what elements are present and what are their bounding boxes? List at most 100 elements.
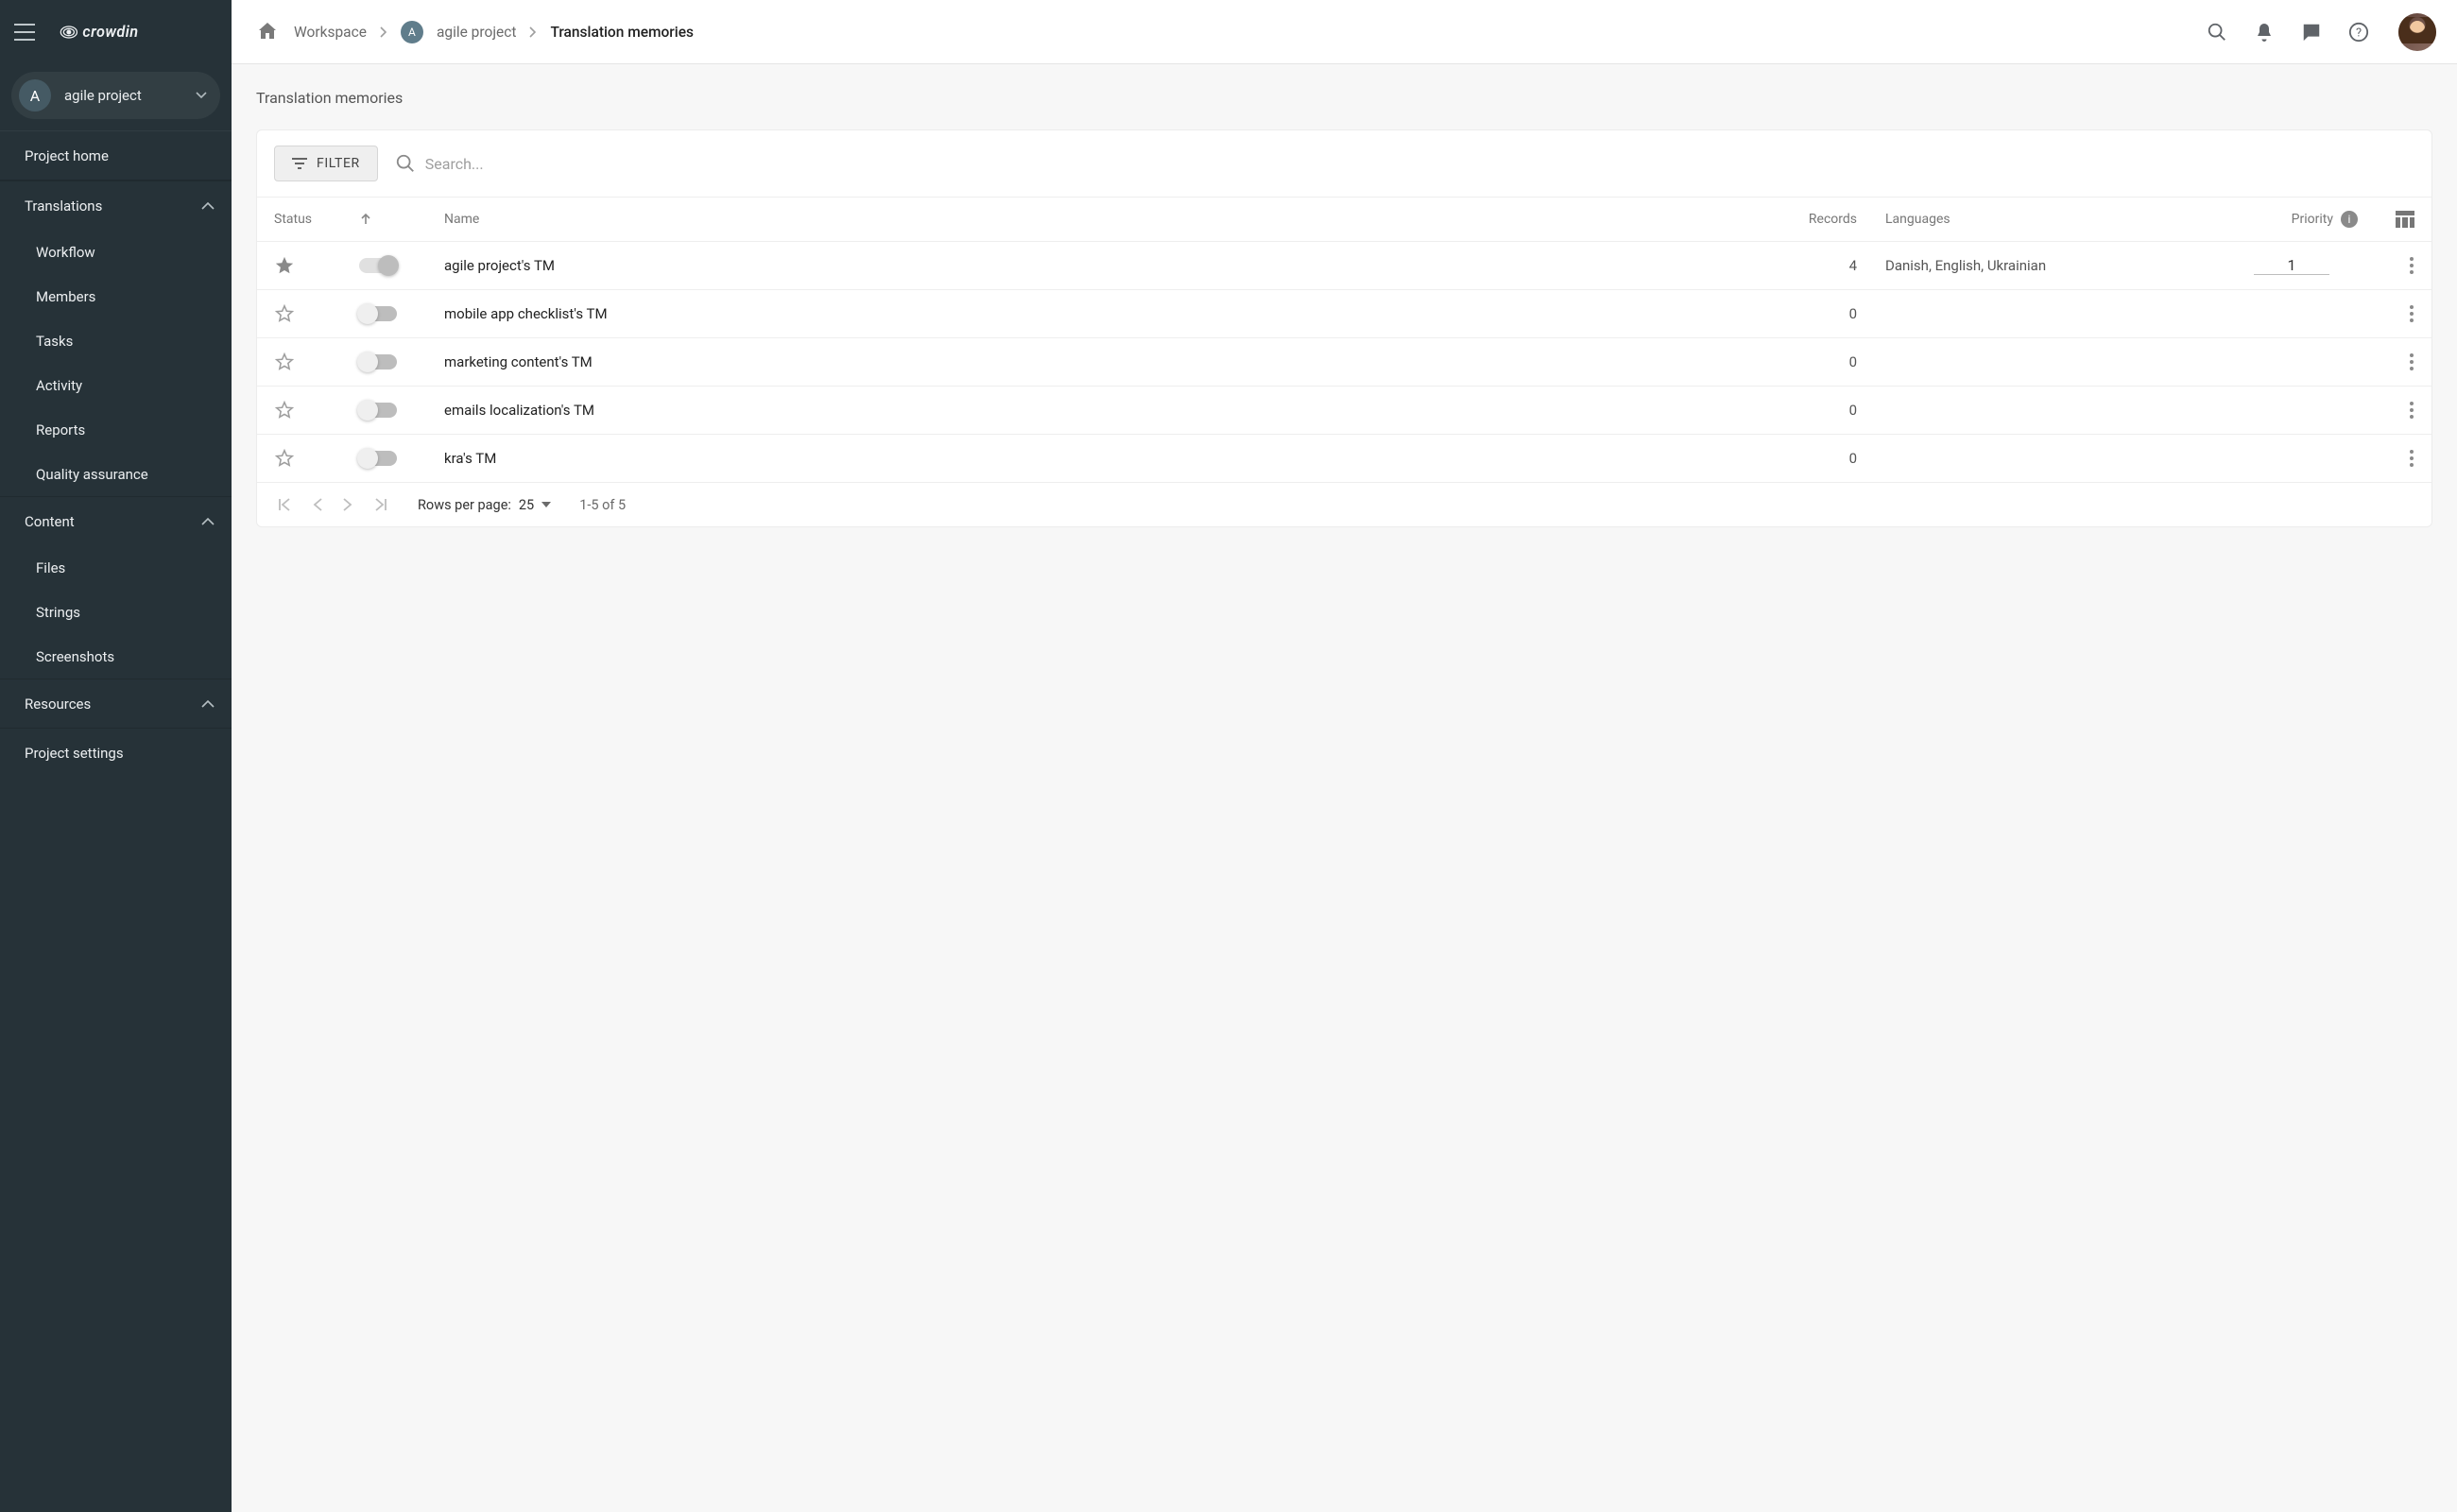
table-row[interactable]: kra's TM0	[257, 435, 2431, 482]
search-icon	[395, 153, 416, 174]
table-header: Status Name Records Languages Priority i	[257, 197, 2431, 242]
sidebar-section-translations[interactable]: Translations	[0, 180, 232, 230]
tm-name[interactable]: agile project's TM	[444, 257, 1772, 274]
sidebar-section-label: Translations	[25, 198, 102, 215]
breadcrumb-current: Translation memories	[550, 24, 694, 41]
chat-icon[interactable]	[2298, 19, 2325, 45]
sidebar-item-screenshots[interactable]: Screenshots	[0, 634, 232, 679]
tm-records: 0	[1772, 402, 1885, 419]
filter-button-label: FILTER	[317, 156, 360, 171]
page-title: Translation memories	[256, 89, 2432, 107]
pager-next-icon[interactable]	[342, 496, 353, 513]
table-row[interactable]: agile project's TM4Danish, English, Ukra…	[257, 242, 2431, 290]
project-name: agile project	[64, 87, 182, 104]
sidebar-item-members[interactable]: Members	[0, 274, 232, 318]
status-toggle[interactable]	[359, 354, 397, 369]
chevron-up-icon	[201, 699, 215, 708]
status-toggle[interactable]	[359, 258, 397, 273]
row-menu-icon[interactable]	[2409, 401, 2414, 420]
pager-last-icon[interactable]	[372, 496, 389, 513]
user-avatar[interactable]	[2398, 13, 2436, 51]
status-toggle[interactable]	[359, 451, 397, 466]
home-icon[interactable]	[256, 20, 281, 44]
sidebar-item-project-home[interactable]: Project home	[0, 131, 232, 180]
hamburger-menu-button[interactable]	[13, 21, 36, 43]
sidebar-item-activity[interactable]: Activity	[0, 363, 232, 407]
table-row[interactable]: mobile app checklist's TM0	[257, 290, 2431, 338]
row-menu-icon[interactable]	[2409, 304, 2414, 323]
search-wrap	[395, 153, 2414, 174]
th-records[interactable]: Records	[1772, 212, 1885, 227]
caret-down-icon[interactable]	[541, 502, 551, 507]
sidebar-item-project-settings[interactable]: Project settings	[0, 728, 232, 777]
star-icon[interactable]	[274, 303, 359, 324]
topbar-actions: ?	[2204, 13, 2436, 51]
sidebar-item-quality-assurance[interactable]: Quality assurance	[0, 452, 232, 496]
tm-name[interactable]: kra's TM	[444, 450, 1772, 467]
sidebar-item-files[interactable]: Files	[0, 545, 232, 590]
table-row[interactable]: emails localization's TM0	[257, 387, 2431, 435]
th-status[interactable]: Status	[274, 212, 312, 227]
topbar: Workspace A agile project Translation me…	[232, 0, 2457, 64]
rows-per-page: Rows per page: 25	[418, 497, 551, 513]
sidebar: crowdin A agile project Project home Tra…	[0, 0, 232, 1512]
th-languages[interactable]: Languages	[1885, 212, 2225, 227]
help-icon[interactable]: ?	[2345, 19, 2372, 45]
rows-per-page-label: Rows per page:	[418, 497, 511, 513]
sidebar-section-label: Resources	[25, 696, 91, 713]
search-icon[interactable]	[2204, 19, 2230, 45]
sidebar-item-reports[interactable]: Reports	[0, 407, 232, 452]
filter-icon	[292, 158, 307, 169]
tm-languages: Danish, English, Ukrainian	[1885, 257, 2225, 274]
brand-logo[interactable]: crowdin	[49, 16, 200, 48]
breadcrumb-project-avatar: A	[401, 21, 423, 43]
breadcrumb-project[interactable]: agile project	[437, 24, 517, 41]
table-row[interactable]: marketing content's TM0	[257, 338, 2431, 387]
tm-name[interactable]: emails localization's TM	[444, 402, 1772, 419]
sidebar-section-content[interactable]: Content	[0, 496, 232, 545]
breadcrumb-workspace[interactable]: Workspace	[294, 24, 367, 41]
sidebar-item-workflow[interactable]: Workflow	[0, 230, 232, 274]
pager-prev-icon[interactable]	[312, 496, 323, 513]
row-menu-icon[interactable]	[2409, 352, 2414, 371]
rows-per-page-value[interactable]: 25	[519, 497, 534, 513]
pager-buttons	[276, 496, 389, 513]
sidebar-item-strings[interactable]: Strings	[0, 590, 232, 634]
chevron-up-icon	[201, 201, 215, 210]
star-icon[interactable]	[274, 400, 359, 421]
th-priority[interactable]: Priority	[2292, 212, 2333, 227]
chevron-right-icon	[380, 26, 387, 38]
table-footer: Rows per page: 25 1-5 of 5	[257, 482, 2431, 526]
tm-name[interactable]: mobile app checklist's TM	[444, 305, 1772, 322]
star-icon[interactable]	[274, 448, 359, 469]
pagination-range: 1-5 of 5	[579, 497, 626, 513]
pager-first-icon[interactable]	[276, 496, 293, 513]
row-menu-icon[interactable]	[2409, 256, 2414, 275]
search-input[interactable]	[425, 155, 2414, 173]
tm-records: 0	[1772, 353, 1885, 370]
project-avatar: A	[19, 79, 51, 112]
row-menu-icon[interactable]	[2409, 449, 2414, 468]
info-icon[interactable]: i	[2341, 211, 2358, 228]
columns-icon[interactable]	[2396, 211, 2414, 228]
star-icon[interactable]	[274, 255, 359, 276]
status-toggle[interactable]	[359, 403, 397, 418]
status-toggle[interactable]	[359, 306, 397, 321]
tm-records: 0	[1772, 450, 1885, 467]
sort-ascending-icon[interactable]	[359, 213, 444, 226]
chevron-up-icon	[201, 517, 215, 525]
sidebar-item-tasks[interactable]: Tasks	[0, 318, 232, 363]
tm-records: 0	[1772, 305, 1885, 322]
sidebar-section-resources[interactable]: Resources	[0, 679, 232, 728]
chevron-down-icon	[196, 92, 207, 99]
tm-card: FILTER Status Name Records Languages Pri…	[256, 129, 2432, 527]
bell-icon[interactable]	[2251, 19, 2277, 45]
filter-button[interactable]: FILTER	[274, 146, 378, 181]
project-selector[interactable]: A agile project	[11, 72, 220, 119]
priority-input[interactable]	[2254, 256, 2329, 275]
breadcrumb: Workspace A agile project Translation me…	[256, 20, 694, 44]
th-name[interactable]: Name	[444, 212, 1772, 227]
tm-priority-cell	[2225, 256, 2358, 275]
star-icon[interactable]	[274, 352, 359, 372]
tm-name[interactable]: marketing content's TM	[444, 353, 1772, 370]
